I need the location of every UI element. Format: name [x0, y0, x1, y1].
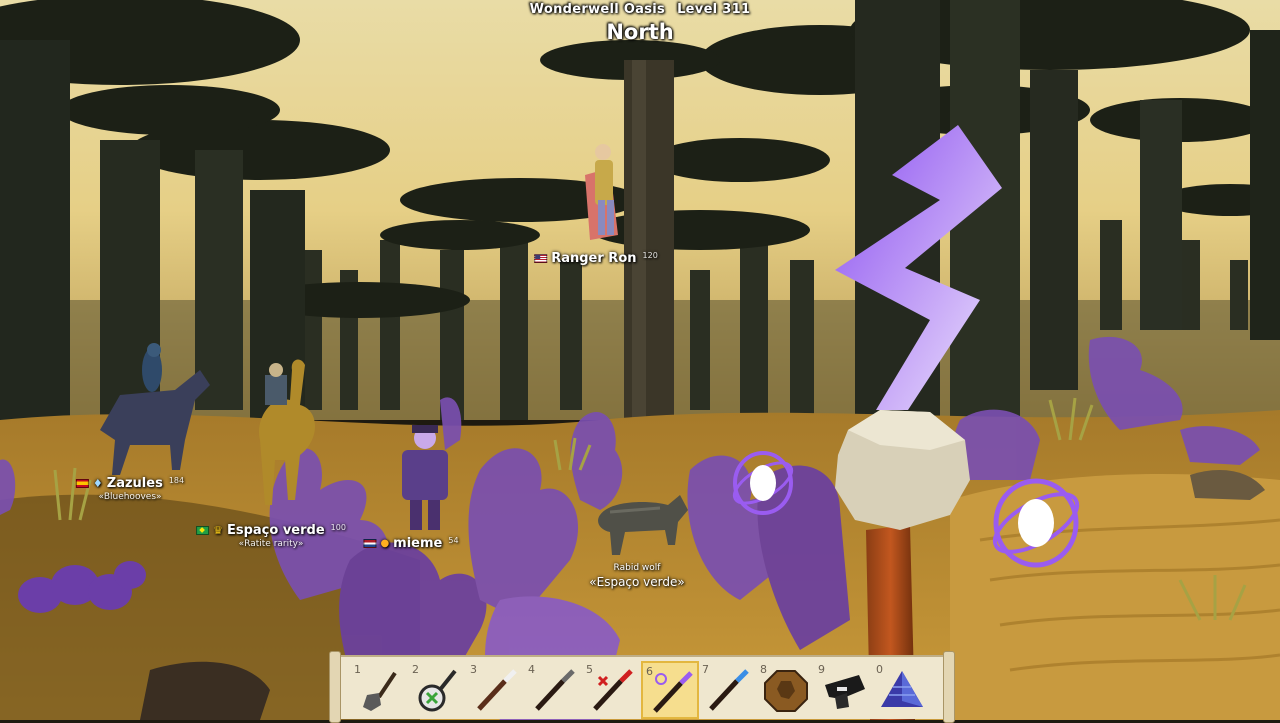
- nameplate-mieme[interactable]: ● mieme 54: [363, 536, 459, 551]
- hotbar-slot-2[interactable]: 2: [409, 661, 467, 719]
- black-hat-icon: [825, 675, 865, 709]
- player-level: 184: [168, 476, 185, 485]
- hotbar-slot-8[interactable]: 8: [757, 661, 815, 719]
- hotbar: 1 2 3 4 5 6 7 8 9 0: [329, 651, 955, 723]
- banjo-icon: [418, 669, 457, 712]
- shovel-icon: [363, 671, 397, 711]
- nameplate-espaco-verde[interactable]: ♛ Espaço verde 100 «Ratite rarity»: [196, 523, 346, 549]
- player-level: 54: [448, 536, 459, 545]
- player-name: mieme: [393, 536, 443, 551]
- hotbar-slot-7[interactable]: 7: [699, 661, 757, 719]
- player-name: Espaço verde: [226, 523, 325, 538]
- game-world-viewport[interactable]: [0, 0, 1280, 720]
- flag-br-icon: [196, 526, 210, 535]
- compass-heading: North: [606, 20, 674, 44]
- red-wand-icon: [593, 669, 633, 711]
- player-name: Zazules: [106, 476, 163, 491]
- hotbar-slot-3[interactable]: 3: [467, 661, 525, 719]
- dark-wand-icon: [535, 669, 575, 711]
- blue-pyramid-icon: [881, 671, 923, 707]
- flame-icon: ●: [380, 538, 390, 549]
- player-level: 100: [330, 523, 346, 532]
- zone-name: Wonderwell Oasis: [529, 2, 666, 17]
- nameplate-zazules[interactable]: ♦ Zazules 184 «Bluehooves»: [75, 476, 185, 502]
- purple-wand-icon: [653, 671, 693, 713]
- hotbar-slot-6[interactable]: 6: [641, 661, 699, 719]
- crown-icon: ♛: [213, 524, 223, 537]
- creature-name: Rabid wolf: [613, 563, 661, 573]
- nameplate-ranger-ron[interactable]: Ranger Ron 120: [534, 251, 658, 266]
- player-name: Ranger Ron: [551, 251, 637, 266]
- player-subtitle: «Bluehooves»: [98, 492, 162, 502]
- creature-nameplate[interactable]: Rabid wolf «Espaço verde»: [589, 563, 684, 589]
- zone-info: Wonderwell Oasis Level 311: [0, 2, 1280, 17]
- flag-es-icon: [75, 479, 89, 488]
- hotbar-slot-9[interactable]: 9: [815, 661, 873, 719]
- hotbar-slot-4[interactable]: 4: [525, 661, 583, 719]
- hotbar-slot-10[interactable]: 0: [873, 661, 931, 719]
- zone-level: Level 311: [677, 2, 751, 17]
- creature-owner: «Espaço verde»: [589, 575, 685, 589]
- player-level: 120: [642, 251, 658, 260]
- gem-icon: ♦: [92, 477, 103, 490]
- hotbar-slot-5[interactable]: 5: [583, 661, 641, 719]
- white-wand-icon: [477, 669, 517, 711]
- blue-wand-icon: [709, 669, 749, 711]
- flag-us-icon: [534, 254, 548, 263]
- brown-shield-icon: [764, 670, 808, 712]
- hotbar-slot-1[interactable]: 1: [351, 661, 409, 719]
- flag-nl-icon: [363, 539, 377, 548]
- player-subtitle: «Ratite rarity»: [238, 539, 304, 549]
